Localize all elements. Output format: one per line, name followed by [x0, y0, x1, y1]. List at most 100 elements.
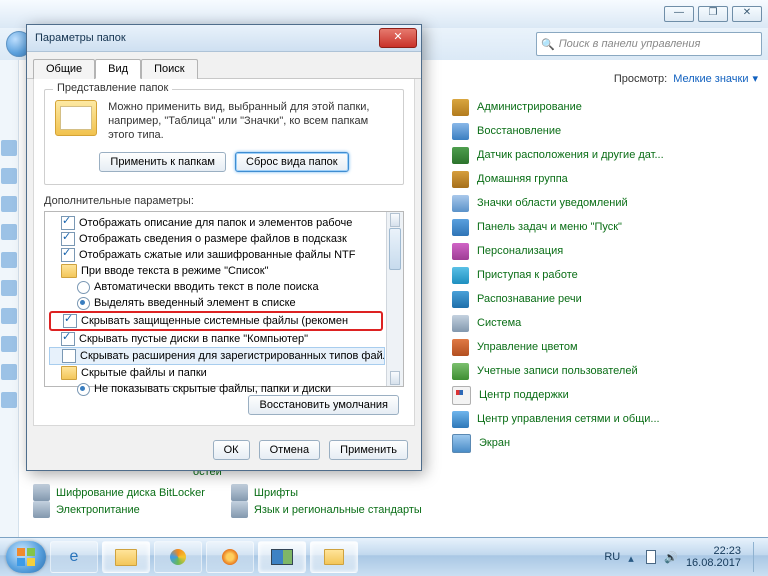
clock[interactable]: 22:23 16.08.2017	[686, 545, 741, 569]
tray-chevron-icon[interactable]: ▴	[628, 552, 638, 562]
cp-item-link[interactable]: Шрифты	[254, 487, 298, 499]
option-row[interactable]: Скрытые файлы и папки	[49, 365, 401, 381]
cp-item[interactable]: Администрирование	[452, 95, 758, 119]
cp-item-icon	[452, 386, 471, 405]
radio[interactable]	[77, 297, 90, 310]
cp-item[interactable]: Центр управления сетями и общи...	[452, 407, 758, 431]
folder-icon	[55, 100, 97, 136]
cp-item[interactable]: Управление цветом	[452, 335, 758, 359]
scrollbar-thumb[interactable]	[389, 228, 401, 270]
cp-item-icon	[452, 411, 469, 428]
radio[interactable]	[77, 383, 90, 396]
cp-item-link[interactable]: Восстановление	[477, 125, 561, 137]
reset-folder-view-button[interactable]: Сброс вида папок	[235, 152, 349, 172]
option-row[interactable]: Скрывать расширения для зарегистрированн…	[49, 347, 385, 365]
cp-item-link[interactable]: Экран	[479, 437, 510, 449]
cp-item-icon	[452, 267, 469, 284]
cp-item-icon	[231, 501, 248, 518]
cp-item-link[interactable]: Центр поддержки	[479, 389, 569, 401]
cp-item-link[interactable]: Приступая к работе	[477, 269, 578, 281]
cp-item[interactable]: Датчик расположения и другие дат...	[452, 143, 758, 167]
minimize-button[interactable]: —	[664, 6, 694, 22]
cp-item-link[interactable]: Администрирование	[477, 101, 582, 113]
cp-item[interactable]: Центр поддержки	[452, 383, 758, 407]
cp-item-link[interactable]: Шифрование диска BitLocker	[56, 487, 205, 499]
cp-item[interactable]: Домашняя группа	[452, 167, 758, 191]
option-row[interactable]: Отображать сжатые или зашифрованные файл…	[49, 247, 401, 263]
checkbox[interactable]	[63, 314, 77, 328]
cp-item[interactable]: Электропитание	[33, 501, 205, 518]
lang-indicator[interactable]: RU	[604, 551, 620, 563]
cp-item[interactable]: Язык и региональные стандарты	[231, 501, 422, 518]
option-row[interactable]: Автоматически вводить текст в поле поиск…	[49, 279, 401, 295]
cp-item[interactable]: Учетные записи пользователей	[452, 359, 758, 383]
cp-item-link[interactable]: Панель задач и меню "Пуск"	[477, 221, 622, 233]
option-row[interactable]: При вводе текста в режиме "Список"	[49, 263, 401, 279]
cp-item[interactable]: Шрифты	[231, 484, 422, 501]
cp-item[interactable]: Значки области уведомлений	[452, 191, 758, 215]
option-row[interactable]: Выделять введенный элемент в списке	[49, 295, 401, 311]
cp-item-link[interactable]: Датчик расположения и другие дат...	[477, 149, 664, 161]
taskbar-media[interactable]	[154, 541, 202, 573]
taskbar-ie[interactable]: e	[50, 541, 98, 573]
checkbox[interactable]	[62, 349, 76, 363]
system-tray[interactable]: RU ▴ 🔊 22:23 16.08.2017	[604, 542, 762, 572]
chevron-down-icon[interactable]: ▾	[752, 72, 758, 85]
apply-button[interactable]: Применить	[329, 440, 408, 460]
show-desktop-button[interactable]	[753, 542, 762, 572]
ok-button[interactable]: ОК	[213, 440, 250, 460]
checkbox[interactable]	[61, 332, 75, 346]
close-icon[interactable]: ✕	[379, 28, 417, 48]
window-close-button[interactable]: ✕	[732, 6, 762, 22]
checkbox[interactable]	[61, 232, 75, 246]
action-center-icon[interactable]	[646, 550, 656, 564]
checkbox[interactable]	[61, 248, 75, 262]
taskbar-firefox[interactable]	[206, 541, 254, 573]
tab-search[interactable]: Поиск	[141, 59, 197, 79]
tab-general[interactable]: Общие	[33, 59, 95, 79]
maximize-button[interactable]: ❐	[698, 6, 728, 22]
cp-item[interactable]: Приступая к работе	[452, 263, 758, 287]
cp-item-link[interactable]: Язык и региональные стандарты	[254, 504, 422, 516]
taskbar-control-panel[interactable]	[258, 541, 306, 573]
option-row[interactable]: Отображать описание для папок и элементо…	[49, 215, 401, 231]
option-row[interactable]: Скрывать защищенные системные файлы (рек…	[51, 313, 381, 329]
tab-view[interactable]: Вид	[95, 59, 141, 79]
cp-item[interactable]: Шифрование диска BitLocker	[33, 484, 205, 501]
cp-item-link[interactable]: Учетные записи пользователей	[477, 365, 638, 377]
volume-icon[interactable]: 🔊	[664, 551, 678, 564]
taskbar-folder-options[interactable]	[310, 541, 358, 573]
cp-item[interactable]: Система	[452, 311, 758, 335]
cp-item[interactable]: Персонализация	[452, 239, 758, 263]
cp-item-link[interactable]: Электропитание	[56, 504, 140, 516]
cp-item-link[interactable]: Значки области уведомлений	[477, 197, 628, 209]
apply-to-folders-button[interactable]: Применить к папкам	[99, 152, 226, 172]
search-input[interactable]: 🔍 Поиск в панели управления	[536, 32, 762, 56]
cp-item-link[interactable]: Система	[477, 317, 521, 329]
cp-item[interactable]: Восстановление	[452, 119, 758, 143]
cp-item[interactable]: Экран	[452, 431, 758, 455]
advanced-settings-listbox[interactable]: Отображать описание для папок и элементо…	[44, 211, 404, 387]
cp-item-link[interactable]: Центр управления сетями и общи...	[477, 413, 660, 425]
option-row[interactable]: Отображать сведения о размере файлов в п…	[49, 231, 401, 247]
radio[interactable]	[77, 281, 90, 294]
scrollbar-vertical[interactable]	[386, 212, 403, 386]
option-row[interactable]: Скрывать пустые диски в папке "Компьютер…	[49, 331, 401, 347]
cp-item-link[interactable]: Управление цветом	[477, 341, 578, 353]
dialog-titlebar[interactable]: Параметры папок ✕	[27, 25, 421, 52]
cancel-button[interactable]: Отмена	[259, 440, 320, 460]
checkbox[interactable]	[61, 216, 75, 230]
option-label: Скрывать пустые диски в папке "Компьютер…	[79, 333, 308, 345]
cp-item-link[interactable]: Распознавание речи	[477, 293, 582, 305]
cp-item-link[interactable]: Персонализация	[477, 245, 563, 257]
taskbar[interactable]: e RU ▴ 🔊 22:23 16.08.2017	[0, 537, 768, 576]
start-button[interactable]	[6, 541, 46, 573]
desktop: — ❐ ✕ ▾ ↻ 🔍 Поиск в панели управления ос…	[0, 0, 768, 576]
option-label: Скрывать защищенные системные файлы (рек…	[81, 315, 348, 327]
option-row[interactable]: Не показывать скрытые файлы, папки и дис…	[49, 381, 401, 397]
view-value-link[interactable]: Мелкие значки	[673, 73, 748, 85]
taskbar-explorer[interactable]	[102, 541, 150, 573]
cp-item-link[interactable]: Домашняя группа	[477, 173, 568, 185]
cp-item[interactable]: Панель задач и меню "Пуск"	[452, 215, 758, 239]
cp-item[interactable]: Распознавание речи	[452, 287, 758, 311]
